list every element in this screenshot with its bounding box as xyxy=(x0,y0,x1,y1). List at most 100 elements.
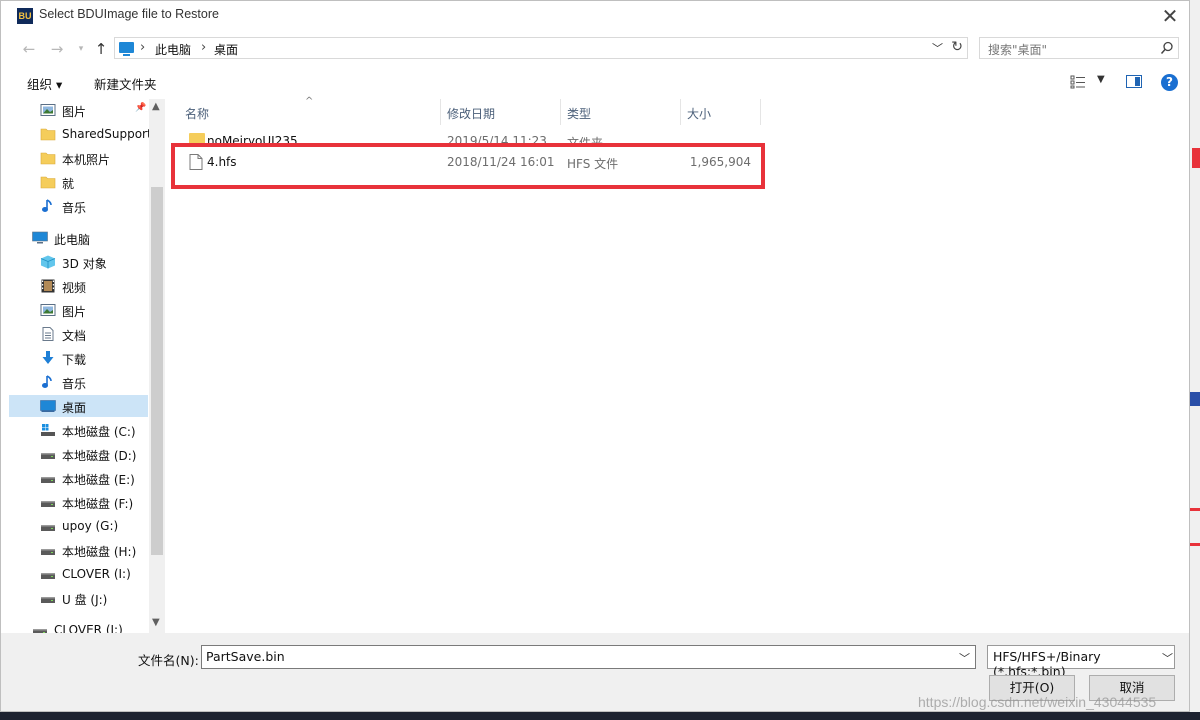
column-header-size[interactable]: 大小 xyxy=(681,99,761,125)
view-options-icon[interactable] xyxy=(1070,75,1086,89)
sidebar-item-label: 本地磁盘 (F:) xyxy=(62,497,134,511)
sidebar-item-label: CLOVER (I:) xyxy=(62,567,131,581)
sidebar-item[interactable]: 3D 对象 xyxy=(9,251,148,273)
chevron-down-icon[interactable]: ﹀ xyxy=(1162,650,1173,666)
sidebar-item[interactable]: U 盘 (J:) xyxy=(9,587,148,609)
folder-icon xyxy=(40,175,56,189)
scrollbar-thumb[interactable] xyxy=(151,187,163,555)
drive-icon xyxy=(40,543,56,557)
folder-icon xyxy=(189,133,205,143)
sidebar-item[interactable]: CLOVER (I:) xyxy=(9,563,148,585)
app-icon: BU xyxy=(17,8,33,24)
sidebar-item-label: 此电脑 xyxy=(54,233,91,247)
sidebar-item[interactable]: 本地磁盘 (E:) xyxy=(9,467,148,489)
scroll-down-icon[interactable]: ▼ xyxy=(152,617,160,628)
column-header-date[interactable]: 修改日期 xyxy=(441,99,561,125)
sidebar-item[interactable]: CLOVER (I:) xyxy=(9,619,148,633)
sidebar-item[interactable]: 下载 xyxy=(9,347,148,369)
drive-icon xyxy=(40,519,56,533)
sidebar-item[interactable]: 本机照片 xyxy=(9,147,148,169)
sidebar-item[interactable]: 本地磁盘 (H:) xyxy=(9,539,148,561)
sidebar-item-label: 文档 xyxy=(62,329,87,343)
sidebar-item[interactable]: 本地磁盘 (F:) xyxy=(9,491,148,513)
sidebar-item-label: upoy (G:) xyxy=(62,519,119,533)
background-window-edge xyxy=(1190,0,1200,720)
back-arrow-icon[interactable]: ← xyxy=(19,39,39,59)
pin-icon[interactable]: 📌 xyxy=(135,103,146,113)
new-folder-button[interactable]: 新建文件夹 xyxy=(94,74,157,93)
search-icon[interactable] xyxy=(1160,41,1174,55)
search-input[interactable]: 搜索"桌面" xyxy=(979,37,1179,59)
chevron-down-icon[interactable]: ﹀ xyxy=(959,650,970,666)
navigation-row: ← → ▾ ↑ › 此电脑 › 桌面 ﹀ ↻ 搜索"桌面" xyxy=(1,35,1189,63)
drive-icon xyxy=(40,471,56,485)
sidebar-item[interactable]: 本地磁盘 (D:) xyxy=(9,443,148,465)
file-type: 文件夹 xyxy=(567,136,604,150)
sidebar-item[interactable]: 此电脑 xyxy=(9,227,148,249)
sidebar-item-label: 音乐 xyxy=(62,377,87,391)
forward-arrow-icon[interactable]: → xyxy=(47,39,67,59)
sidebar-item-label: 就 xyxy=(62,177,75,191)
sidebar-item[interactable]: 图片 xyxy=(9,299,148,321)
navigation-pane: CLOVER (I:) U 盘 (J:) CLOVER (I:) 本地磁盘 (H:) u… xyxy=(9,99,165,633)
chevron-down-icon[interactable]: ﹀ xyxy=(932,40,943,56)
file-open-dialog: BU Select BDUImage file to Restore ✕ ← →… xyxy=(0,0,1190,712)
scroll-up-icon[interactable]: ▲ xyxy=(152,101,160,112)
file-row-folder[interactable]: noMeiryoUI235 2019/5/14 11:23 文件夹 xyxy=(175,130,765,150)
pictures-icon xyxy=(40,303,56,317)
breadcrumb-this-pc[interactable]: 此电脑 xyxy=(155,41,191,58)
download-icon xyxy=(40,351,56,365)
sidebar-item-label: 3D 对象 xyxy=(62,257,107,271)
sidebar-item[interactable]: 音乐 xyxy=(9,195,148,217)
filename-input[interactable]: PartSave.bin xyxy=(201,645,976,669)
preview-pane-icon[interactable] xyxy=(1126,75,1142,88)
file-type: HFS 文件 xyxy=(567,157,619,171)
music-icon xyxy=(40,375,56,389)
sidebar-item[interactable]: 就 xyxy=(9,171,148,193)
sidebar-scrollbar[interactable]: ▲ ▼ xyxy=(149,99,165,633)
folder-icon xyxy=(40,127,56,141)
sidebar-item[interactable]: 音乐 xyxy=(9,371,148,393)
column-name-label: 名称 xyxy=(185,107,210,121)
sidebar-item[interactable]: 本地磁盘 (C:) xyxy=(9,419,148,441)
sidebar-item-label: 本地磁盘 (H:) xyxy=(62,545,137,559)
search-placeholder: 搜索"桌面" xyxy=(988,43,1048,57)
close-icon[interactable]: ✕ xyxy=(1155,3,1185,29)
column-type-label: 类型 xyxy=(567,107,592,121)
drive-icon xyxy=(40,591,56,605)
sidebar-item-label: 图片 xyxy=(62,305,87,319)
column-header-type[interactable]: 类型 xyxy=(561,99,681,125)
sidebar-item[interactable]: 文档 xyxy=(9,323,148,345)
file-size: 1,965,904 xyxy=(689,155,751,169)
refresh-icon[interactable]: ↻ xyxy=(951,39,963,55)
sidebar-item[interactable]: 桌面 xyxy=(9,395,148,417)
recent-locations-chevron-icon[interactable]: ▾ xyxy=(71,39,91,59)
sidebar-item[interactable]: upoy (G:) xyxy=(9,515,148,537)
view-dropdown-chevron-icon[interactable]: ▼ xyxy=(1097,74,1105,85)
sidebar-item[interactable]: SharedSupport xyxy=(9,123,152,145)
up-arrow-icon[interactable]: ↑ xyxy=(91,39,111,59)
documents-icon xyxy=(40,327,56,341)
sidebar-item[interactable]: 图片 📌 xyxy=(9,99,148,121)
drive-icon xyxy=(40,447,56,461)
chevron-right-icon: › xyxy=(140,40,146,55)
organize-button[interactable]: 组织 ▾ xyxy=(27,74,62,93)
sidebar-item-label: CLOVER (I:) xyxy=(54,623,123,633)
chevron-right-icon: › xyxy=(201,40,207,55)
help-icon[interactable]: ? xyxy=(1161,74,1178,91)
file-icon xyxy=(189,154,203,170)
sidebar-item-label: 图片 xyxy=(62,105,87,119)
taskbar-edge xyxy=(0,712,1200,720)
column-date-label: 修改日期 xyxy=(447,107,496,121)
file-type-filter-select[interactable]: HFS/HFS+/Binary (*.hfs;*.bin) xyxy=(987,645,1175,679)
sidebar-item[interactable]: 视频 xyxy=(9,275,148,297)
sidebar-item-label: U 盘 (J:) xyxy=(62,593,108,607)
pictures-icon xyxy=(40,103,56,117)
computer-icon xyxy=(32,231,48,245)
breadcrumb-desktop[interactable]: 桌面 xyxy=(214,41,238,58)
address-bar[interactable]: › 此电脑 › 桌面 ﹀ ↻ xyxy=(114,37,968,59)
file-row-hfs[interactable]: 4.hfs 2018/11/24 16:01 HFS 文件 1,965,904 xyxy=(175,151,765,173)
file-name: noMeiryoUI235 xyxy=(207,134,298,148)
drive-icon xyxy=(40,495,56,509)
column-header-name[interactable]: 名称 ^ xyxy=(167,96,441,125)
